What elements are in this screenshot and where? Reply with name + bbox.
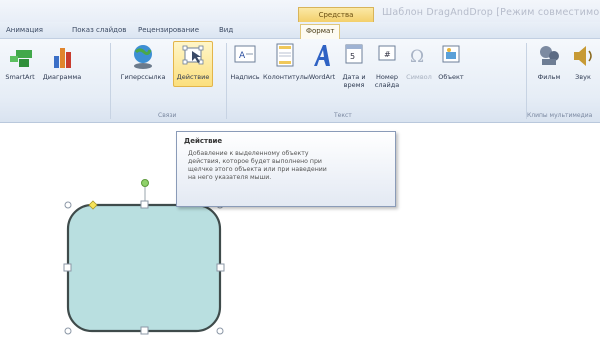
action-tooltip: Действие Добавление к выделенному объект… — [176, 131, 396, 207]
resize-handle-top-left[interactable] — [64, 201, 72, 209]
resize-handle-bottom-right[interactable] — [216, 327, 224, 335]
object-icon — [442, 45, 460, 63]
wordart-icon — [314, 45, 330, 66]
chart-label: Диаграмма — [42, 73, 82, 81]
tab-slideshow[interactable]: Показ слайдов — [72, 26, 126, 34]
resize-handle-bottom[interactable] — [140, 326, 149, 335]
globe-link-icon — [134, 45, 152, 69]
tooltip-line: Добавление к выделенному объекту — [188, 150, 309, 157]
group-separator — [110, 43, 111, 119]
svg-text:A: A — [239, 51, 246, 61]
tooltip-line: щелчке этого объекта или при наведении — [188, 166, 327, 173]
date-time-label: Дата и время — [338, 73, 370, 89]
resize-handle-left[interactable] — [63, 263, 72, 272]
window-title: Шаблон DragAndDrop [Режим совместимости] — [382, 7, 600, 18]
slide-number-label-line1: Номер — [376, 73, 398, 81]
drawing-tools-context-tab[interactable]: Средства рисования — [298, 7, 374, 33]
ribbon: SmartArt Диаграмма Гиперссылка Действие … — [0, 39, 600, 123]
media-group-label: Клипы мультимедиа — [527, 112, 593, 119]
resize-handle-bottom-left[interactable] — [64, 327, 72, 335]
rounded-rectangle-shape[interactable] — [66, 203, 222, 333]
textbox-icon: A — [234, 45, 256, 63]
hyperlink-label: Гиперссылка — [120, 73, 166, 81]
group-separator — [526, 43, 527, 119]
resize-handle-right[interactable] — [216, 263, 225, 272]
smartart-icon — [10, 50, 32, 67]
date-time-label-line1: Дата и — [342, 73, 366, 81]
symbol-label: Символ — [406, 73, 432, 81]
tab-review[interactable]: Рецензирование — [138, 26, 199, 34]
sound-icon — [574, 46, 592, 66]
svg-text:5: 5 — [350, 52, 355, 61]
links-group-label: Связи — [158, 112, 177, 119]
smartart-label: SmartArt — [5, 73, 35, 81]
slide-number-label-line2: слайда — [374, 81, 400, 89]
date-time-label-line2: время — [343, 81, 365, 89]
chart-icon — [54, 48, 71, 68]
date-time-icon: 5 — [345, 44, 363, 64]
film-icon — [540, 46, 559, 65]
resize-handle-top[interactable] — [140, 200, 149, 209]
action-icon — [182, 45, 204, 65]
tooltip-title: Действие — [184, 137, 223, 145]
action-label: Действие — [176, 73, 210, 81]
tab-view[interactable]: Вид — [219, 26, 233, 34]
header-footer-icon — [276, 43, 294, 67]
tooltip-line: на него указателя мыши. — [188, 174, 272, 181]
tooltip-line: действия, которое будет выполнено при — [188, 158, 322, 165]
svg-text:Ω: Ω — [410, 47, 424, 67]
ribbon-tab-row: Анимация Показ слайдов Рецензирование Ви… — [0, 22, 600, 39]
sound-label: Звук — [575, 73, 591, 81]
rotation-handle[interactable] — [141, 179, 149, 187]
tooltip-body: Добавление к выделенному объекту действи… — [184, 150, 370, 182]
tab-format[interactable]: Формат — [300, 24, 341, 39]
header-footer-label: Колонтитулы — [263, 73, 309, 81]
film-label: Фильм — [537, 73, 561, 81]
wordart-label: WordArt — [308, 73, 336, 81]
title-bar: Средства рисования Шаблон DragAndDrop [Р… — [0, 0, 600, 33]
slide-number-icon: # — [378, 45, 396, 61]
object-label: Объект — [438, 73, 464, 81]
slide-number-label: Номер слайда — [370, 73, 404, 89]
tab-animation[interactable]: Анимация — [6, 26, 43, 34]
text-group-label: Текст — [334, 112, 352, 119]
symbol-icon: Ω — [410, 47, 424, 67]
svg-text:#: # — [384, 50, 391, 59]
textbox-label: Надпись — [230, 73, 260, 81]
group-separator — [226, 43, 227, 119]
